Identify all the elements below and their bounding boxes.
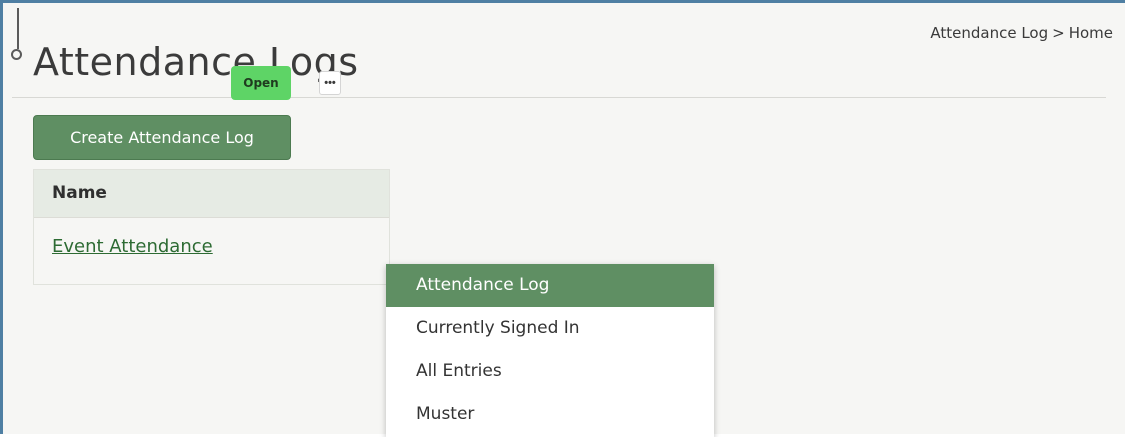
menu-item-currently-signed-in[interactable]: Currently Signed In bbox=[386, 307, 714, 350]
breadcrumb-item-home[interactable]: Home bbox=[1069, 24, 1113, 42]
column-header-name[interactable]: Name bbox=[34, 170, 389, 218]
page-frame: Attendance Log > Home Attendance Logs Crea… bbox=[0, 0, 1125, 437]
row-actions-dropdown: Attendance Log Currently Signed In All E… bbox=[386, 264, 714, 437]
status-badge: Open bbox=[231, 66, 291, 100]
attendance-log-table: Name Event Attendance bbox=[33, 169, 390, 285]
menu-item-muster[interactable]: Muster bbox=[386, 393, 714, 436]
menu-item-all-entries[interactable]: All Entries bbox=[386, 350, 714, 393]
page-title: Attendance Logs bbox=[33, 40, 359, 84]
create-attendance-log-button[interactable]: Create Attendance Log bbox=[33, 115, 291, 160]
timeline-node-icon bbox=[11, 49, 22, 60]
title-divider bbox=[12, 97, 1106, 98]
table-row: Event Attendance bbox=[34, 218, 389, 284]
more-options-button[interactable]: ••• bbox=[319, 71, 341, 95]
timeline-line bbox=[17, 8, 19, 49]
event-attendance-link[interactable]: Event Attendance bbox=[52, 236, 213, 257]
breadcrumb-separator: > bbox=[1052, 24, 1065, 42]
breadcrumb: Attendance Log > Home bbox=[930, 24, 1113, 42]
breadcrumb-item-attendance-log[interactable]: Attendance Log bbox=[930, 24, 1048, 42]
menu-item-attendance-log[interactable]: Attendance Log bbox=[386, 264, 714, 307]
